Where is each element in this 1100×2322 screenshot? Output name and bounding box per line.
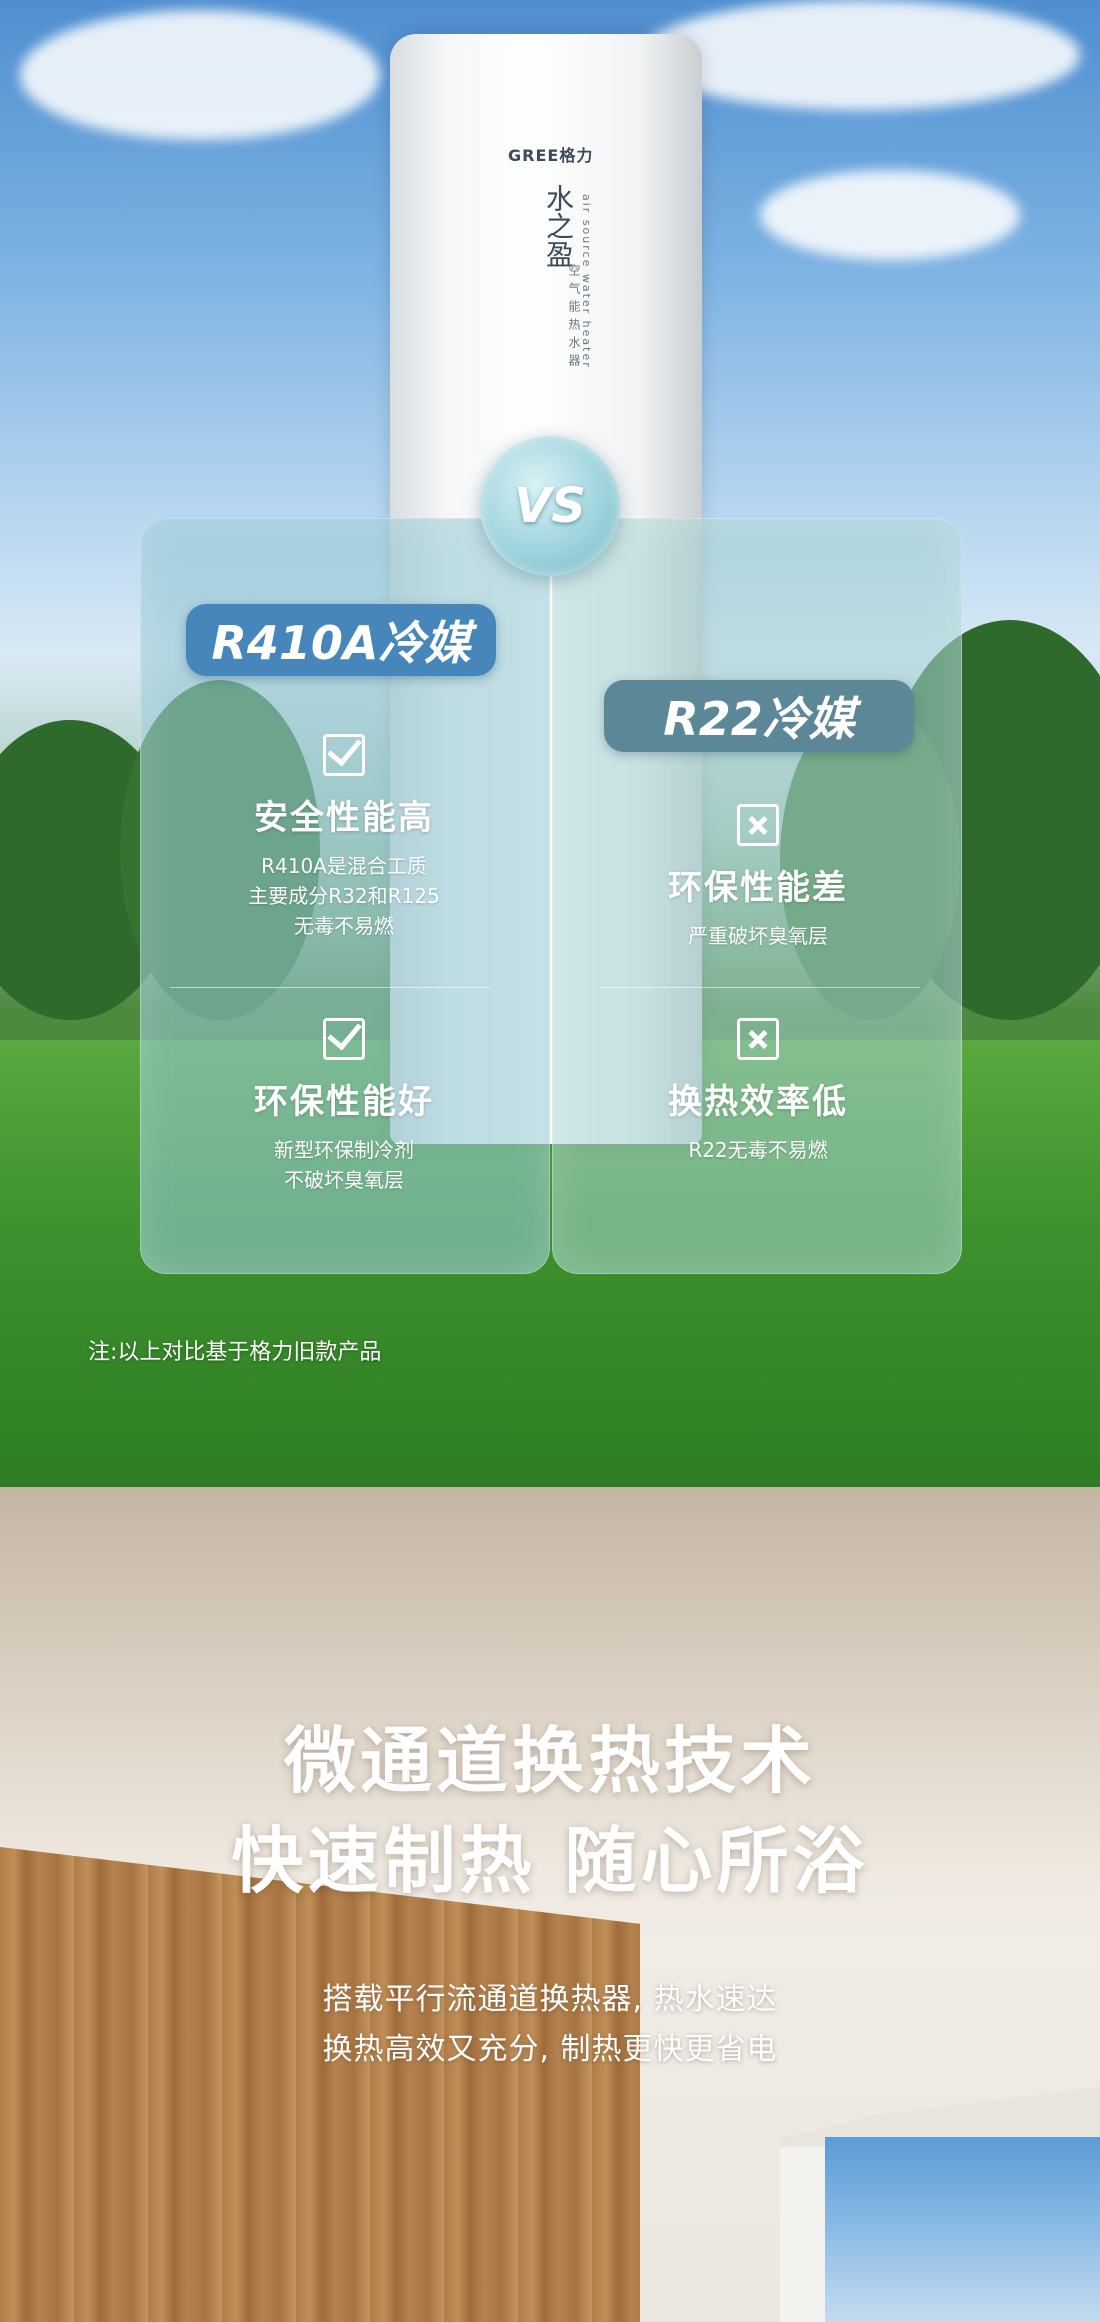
tech-section: 微通道换热技术 快速制热 随心所浴 搭载平行流通道换热器, 热水速达 换热高效又… [0,1487,1100,2322]
cloud [760,170,1020,260]
feature-title: 环保性能差 [668,868,848,908]
tech-title-line2: 快速制热 随心所浴 [231,1819,869,1903]
feature-desc-line: 新型环保制冷剂 [274,1138,414,1162]
product-category: 空气能热水器 [567,264,581,372]
vs-badge: VS [480,436,620,576]
check-icon [323,734,365,776]
brand-logo: GREE格力 [508,146,594,165]
feature-title: 环保性能好 [254,1082,434,1122]
left-feature-2: 环保性能好 新型环保制冷剂 不破坏臭氧层 [154,1018,534,1195]
product-page: GREE格力 水之盈 air source water heater 空气能热水… [0,0,1100,2322]
cross-icon [737,804,779,846]
product-name: 水之盈 [542,184,575,268]
feature-desc-line: 不破坏臭氧层 [284,1168,404,1192]
tech-title-line1: 微通道换热技术 [283,1719,816,1803]
window-frame [780,2147,825,2322]
vs-label: VS [514,478,586,534]
divider [600,987,920,988]
feature-title: 换热效率低 [668,1082,848,1122]
tech-subtitle-line2: 换热高效又充分, 制热更快更省电 [322,2032,778,2067]
feature-desc: R22无毒不易燃 [568,1135,948,1165]
tech-subtitle-line1: 搭载平行流通道换热器, 热水速达 [322,1982,778,2017]
feature-desc-line: 主要成分R32和R125 [248,884,440,908]
feature-desc: R410A是混合工质 主要成分R32和R125 无毒不易燃 [154,851,534,941]
right-feature-2: 换热效率低 R22无毒不易燃 [568,1018,948,1165]
cloud [640,0,1080,110]
wood-wall [0,1847,640,2322]
feature-desc-line: R410A是混合工质 [261,854,427,878]
feature-desc: 新型环保制冷剂 不破坏臭氧层 [154,1135,534,1195]
window-sky [825,2137,1100,2322]
feature-title: 安全性能高 [254,798,434,838]
feature-desc-line: R22无毒不易燃 [688,1138,828,1162]
cloud [20,10,380,140]
r22-tag: R22冷媒 [604,680,914,752]
feature-desc-line: 严重破坏臭氧层 [688,924,828,948]
cross-icon [737,1018,779,1060]
feature-desc-line: 无毒不易燃 [294,914,394,938]
r410a-tag: R410A冷媒 [186,604,496,676]
comparison-note: 注:以上对比基于格力旧款产品 [88,1340,382,1365]
divider [170,987,490,988]
comparison-section: GREE格力 水之盈 air source water heater 空气能热水… [0,0,1100,1487]
feature-desc: 严重破坏臭氧层 [568,921,948,951]
check-icon [323,1018,365,1060]
left-feature-1: 安全性能高 R410A是混合工质 主要成分R32和R125 无毒不易燃 [154,734,534,941]
right-feature-1: 环保性能差 严重破坏臭氧层 [568,804,948,951]
window-view [780,2087,1100,2322]
